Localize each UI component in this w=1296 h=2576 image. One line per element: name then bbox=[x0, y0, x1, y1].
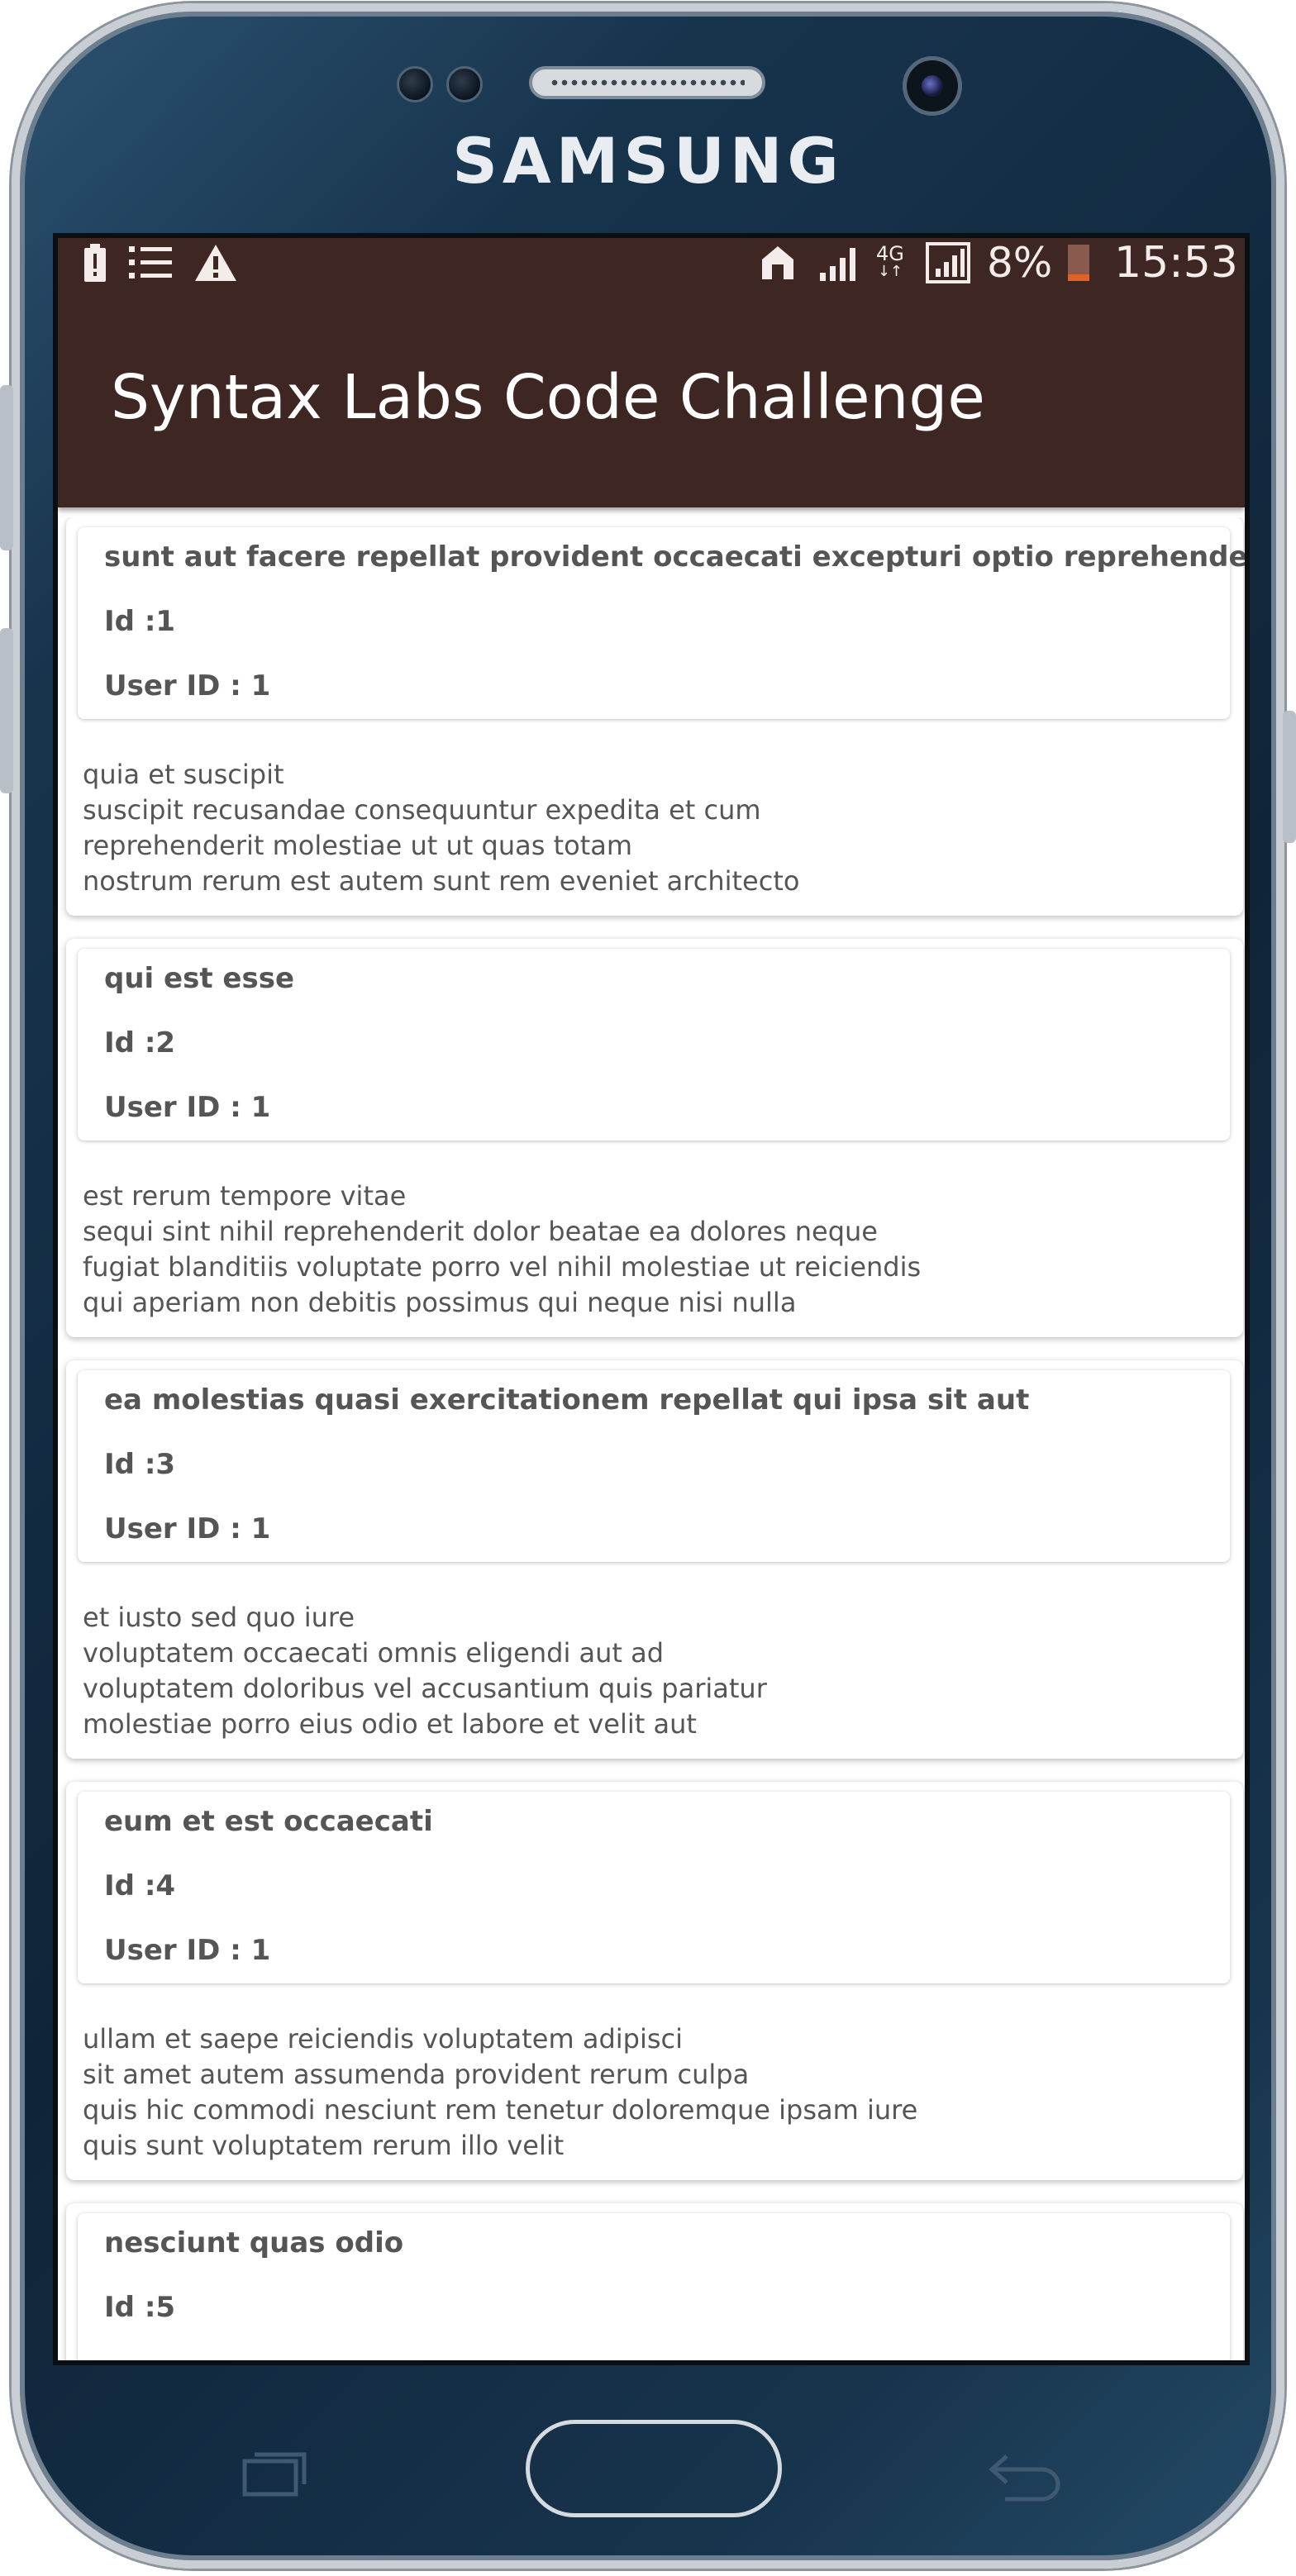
status-bar: 4G ↓↑ 8% 15:53 bbox=[58, 238, 1245, 288]
front-camera bbox=[903, 56, 962, 116]
post-body-line: sit amet autem assumenda provident rerum… bbox=[83, 2059, 750, 2090]
post-card[interactable]: qui est esse Id :2 User ID : 1 est rerum… bbox=[66, 939, 1243, 1337]
post-header: sunt aut facere repellat provident occae… bbox=[78, 527, 1245, 719]
volume-up-key bbox=[0, 385, 13, 550]
post-card[interactable]: ea molestias quasi exercitationem repell… bbox=[66, 1360, 1243, 1759]
post-user-id: User ID : 1 bbox=[104, 1934, 271, 1967]
post-body: quia et suscipit suscipit recusandae con… bbox=[83, 757, 799, 899]
home-key[interactable] bbox=[526, 2420, 782, 2517]
back-key-icon[interactable] bbox=[989, 2445, 1063, 2502]
post-list[interactable]: sunt aut facere repellat provident occae… bbox=[58, 517, 1245, 2360]
post-body-line: est rerum tempore vitae bbox=[83, 1180, 407, 1212]
sensor-dot-right bbox=[446, 66, 483, 102]
post-user-id: User ID : 1 bbox=[104, 669, 271, 702]
post-body-line: fugiat blanditiis voluptate porro vel ni… bbox=[83, 1251, 922, 1283]
post-user-id: User ID : 1 bbox=[104, 1512, 271, 1545]
post-body-line: quis sunt voluptatem rerum illo velit bbox=[83, 2130, 565, 2161]
post-body-line: et iusto sed quo iure bbox=[83, 1602, 355, 1633]
data-arrows-icon: ↓↑ bbox=[877, 263, 903, 280]
post-id: Id :5 bbox=[104, 2291, 176, 2324]
post-body-line: molestiae porro eius odio et labore et v… bbox=[83, 1708, 697, 1740]
battery-percent: 8% bbox=[987, 239, 1053, 287]
post-card[interactable]: sunt aut facere repellat provident occae… bbox=[66, 517, 1245, 916]
post-body-line: ullam et saepe reiciendis voluptatem adi… bbox=[83, 2023, 683, 2055]
post-body-line: quis hic commodi nesciunt rem tenetur do… bbox=[83, 2094, 918, 2126]
post-body-line: quia et suscipit bbox=[83, 759, 284, 790]
post-id: Id :3 bbox=[104, 1448, 176, 1481]
post-body-line: qui aperiam non debitis possimus qui neq… bbox=[83, 1287, 797, 1318]
device-brand-logo: SAMSUNG bbox=[452, 124, 844, 198]
post-user-id: User ID : 1 bbox=[104, 1091, 271, 1124]
clock: 15:53 bbox=[1114, 238, 1238, 288]
signal-icon bbox=[818, 238, 860, 288]
post-body-line: nostrum rerum est autem sunt rem eveniet… bbox=[83, 865, 800, 897]
post-title: eum et est occaecati bbox=[104, 1805, 433, 1838]
network-type-label: 4G bbox=[876, 242, 904, 265]
post-body: et iusto sed quo iure voluptatem occaeca… bbox=[83, 1600, 767, 1742]
list-icon bbox=[129, 238, 172, 288]
post-title: ea molestias quasi exercitationem repell… bbox=[104, 1383, 1030, 1417]
post-user-id: User ID : 1 bbox=[104, 2355, 270, 2360]
post-id: Id :1 bbox=[104, 605, 176, 638]
battery-alert-icon bbox=[83, 238, 107, 288]
post-title: nesciunt quas odio bbox=[104, 2226, 404, 2259]
network-4g-icon: 4G ↓↑ bbox=[876, 238, 904, 288]
post-body-line: voluptatem occaecati omnis eligendi aut … bbox=[83, 1637, 665, 1669]
warning-icon bbox=[195, 238, 236, 288]
app-title: Syntax Labs Code Challenge bbox=[111, 362, 985, 433]
volume-down-key bbox=[0, 628, 13, 793]
post-body-line: sequi sint nihil reprehenderit dolor bea… bbox=[83, 1216, 878, 1247]
earpiece-speaker bbox=[529, 66, 765, 99]
post-header: qui est esse Id :2 User ID : 1 bbox=[78, 949, 1230, 1140]
post-card[interactable]: eum et est occaecati Id :4 User ID : 1 u… bbox=[66, 1782, 1243, 2180]
post-title: qui est esse bbox=[104, 962, 295, 995]
post-header: eum et est occaecati Id :4 User ID : 1 bbox=[78, 1792, 1230, 1983]
recent-apps-key[interactable] bbox=[241, 2450, 307, 2497]
post-title: sunt aut facere repellat provident occae… bbox=[104, 540, 1245, 574]
post-body: est rerum tempore vitae sequi sint nihil… bbox=[83, 1178, 921, 1321]
post-id: Id :2 bbox=[104, 1026, 176, 1059]
app-toolbar: Syntax Labs Code Challenge bbox=[58, 288, 1245, 507]
post-header: ea molestias quasi exercitationem repell… bbox=[78, 1370, 1230, 1562]
device-screen: 4G ↓↑ 8% 15:53 Syntax Labs Code Challeng… bbox=[53, 233, 1250, 2365]
post-body-line: reprehenderit molestiae ut ut quas totam bbox=[83, 830, 633, 861]
home-icon bbox=[760, 238, 795, 288]
post-body-line: voluptatem doloribus vel accusantium qui… bbox=[83, 1673, 767, 1704]
post-header: nesciunt quas odio Id :5 User ID : 1 bbox=[78, 2213, 1230, 2360]
post-body-line: suscipit recusandae consequuntur expedit… bbox=[83, 794, 761, 826]
sensor-dot-left bbox=[397, 66, 433, 102]
post-body: ullam et saepe reiciendis voluptatem adi… bbox=[83, 2021, 917, 2164]
battery-icon bbox=[1066, 238, 1091, 288]
power-key bbox=[1283, 711, 1296, 843]
post-card[interactable]: nesciunt quas odio Id :5 User ID : 1 bbox=[66, 2203, 1243, 2360]
post-id: Id :4 bbox=[104, 1869, 176, 1902]
signal-box-icon bbox=[926, 238, 970, 288]
